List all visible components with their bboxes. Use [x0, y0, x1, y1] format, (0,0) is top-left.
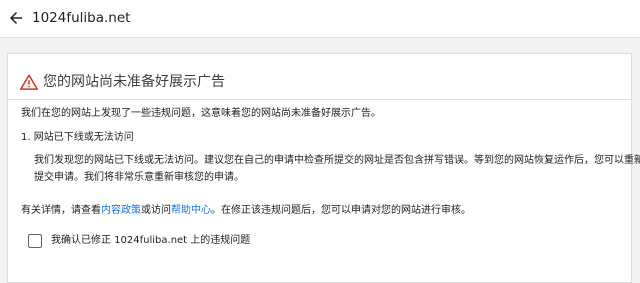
site-title: 1024fuliba.net [32, 10, 131, 26]
more-info-text: 有关详情，请查看内容政策或访问帮助中心。在修正该违规问题后，您可以申请对您的网站… [21, 202, 471, 219]
more-info-middle: 或访问 [141, 205, 171, 216]
top-bar: 1024fuliba.net [0, 0, 640, 38]
content-policy-link[interactable]: 内容政策 [101, 205, 141, 216]
arrow-left-icon [7, 9, 25, 27]
divider [8, 99, 631, 100]
confirm-fix-checkbox[interactable] [28, 234, 42, 248]
issue-description: 我们发现您的网站已下线或无法访问。建议您在自己的申请中检查所提交的网址是否包含拼… [34, 152, 640, 186]
more-info-suffix: 。在修正该违规问题后，您可以申请对您的网站进行审核。 [211, 205, 471, 216]
issue-description-line: 提交申请。我们将非常乐意重新审核您的申请。 [34, 172, 244, 183]
help-center-link[interactable]: 帮助中心 [171, 205, 211, 216]
more-info-prefix: 有关详情，请查看 [21, 205, 101, 216]
issue-title: 1. 网站已下线或无法访问 [21, 132, 134, 143]
confirm-fix-label[interactable]: 我确认已修正 1024fuliba.net 上的违规问题 [51, 233, 250, 249]
notice-intro: 我们在您的网站上发现了一些违规问题，这意味着您的网站尚未准备好展示广告。 [21, 108, 381, 119]
back-button[interactable] [7, 9, 25, 27]
notice-title: 您的网站尚未准备好展示广告 [43, 74, 225, 90]
issue-description-line: 我们发现您的网站已下线或无法访问。建议您在自己的申请中检查所提交的网址是否包含拼… [34, 155, 640, 166]
policy-notice-card: 您的网站尚未准备好展示广告 我们在您的网站上发现了一些违规问题，这意味着您的网站… [7, 53, 640, 283]
warning-triangle-icon [20, 74, 38, 90]
